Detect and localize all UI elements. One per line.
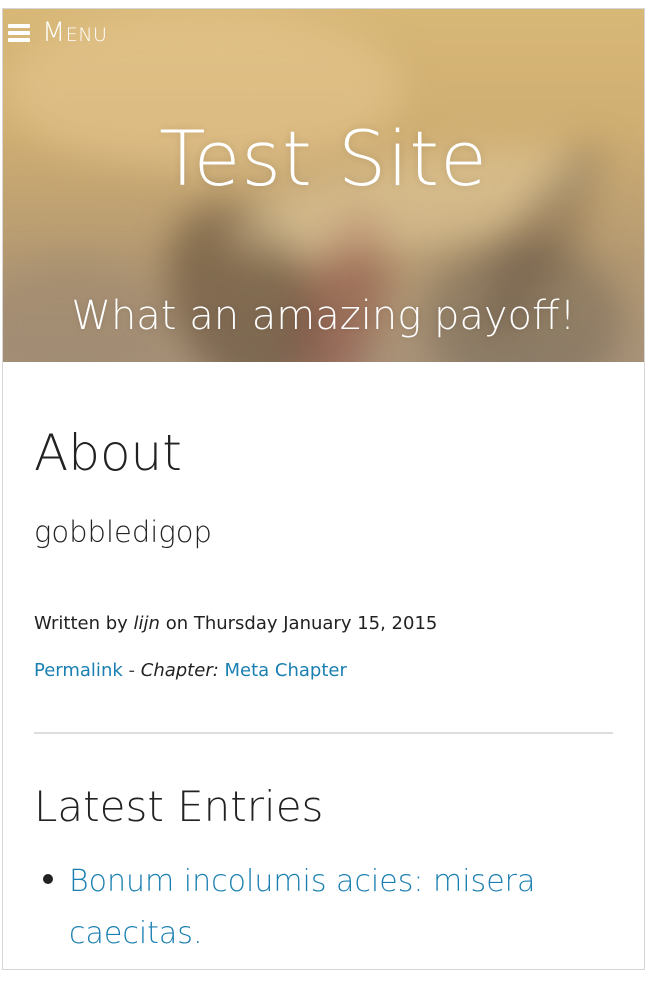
entry-link[interactable]: Bonum incolumis acies: misera caecitas. [69, 856, 549, 960]
bullet-icon [43, 874, 53, 884]
main-content: About gobbledigop Written by lijn on Thu… [3, 428, 644, 960]
latest-entries-title: Latest Entries [34, 782, 324, 831]
permalink-link[interactable]: Permalink [34, 660, 123, 681]
page-title: About [34, 424, 182, 482]
menu-label: Menu [42, 17, 108, 48]
meta-separator: - [128, 660, 136, 681]
section-divider [34, 732, 613, 734]
byline-date: on Thursday January 15, 2015 [165, 613, 438, 634]
post-meta: Permalink - Chapter: Meta Chapter [34, 662, 613, 680]
chapter-prefix: Chapter: [140, 660, 219, 681]
site-title[interactable]: Test Site [3, 121, 644, 197]
hamburger-icon [8, 23, 30, 42]
byline-prefix: Written by [34, 613, 128, 634]
page-frame: Menu Test Site What an amazing payoff! A… [2, 8, 645, 970]
page-body-text: gobbledigop [34, 515, 212, 549]
latest-entries-list: Bonum incolumis acies: misera caecitas. [34, 856, 613, 960]
byline: Written by lijn on Thursday January 15, … [34, 615, 613, 633]
list-item: Bonum incolumis acies: misera caecitas. [34, 856, 613, 960]
site-tagline: What an amazing payoff! [71, 293, 576, 339]
byline-author: lijn [133, 613, 160, 634]
chapter-link[interactable]: Meta Chapter [225, 660, 347, 681]
site-header: Menu Test Site What an amazing payoff! [3, 9, 644, 362]
menu-button[interactable]: Menu [8, 19, 107, 46]
